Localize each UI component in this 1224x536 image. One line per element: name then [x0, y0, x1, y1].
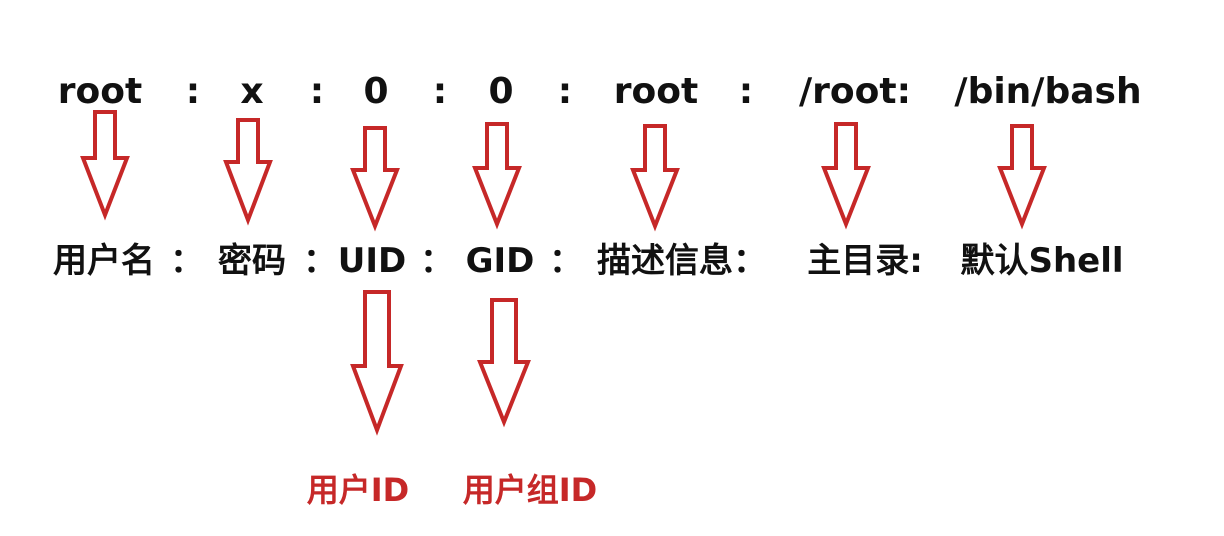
label-home: 主目录:	[807, 241, 923, 281]
separator: :	[738, 71, 754, 112]
arrow-gid	[472, 122, 522, 230]
label-gid: GID	[465, 241, 535, 281]
arrow-home	[821, 122, 871, 230]
arrow-gid-meaning	[477, 298, 531, 428]
separator: ：	[549, 241, 583, 281]
label-user-id: 用户ID	[306, 471, 410, 509]
field-shell-value: /bin/bash	[954, 71, 1142, 112]
arrow-uid-meaning	[350, 290, 404, 436]
label-password: 密码	[218, 241, 286, 281]
separator: ：	[303, 241, 337, 281]
label-uid: UID	[337, 241, 407, 281]
label-description: 描述信息：	[597, 241, 767, 281]
separator: :	[557, 71, 573, 112]
arrow-username	[80, 110, 130, 221]
label-username: 用户名	[53, 241, 155, 281]
separator: ：	[420, 241, 454, 281]
separator: ：	[170, 241, 204, 281]
field-description-value: root	[613, 71, 699, 112]
field-username-value: root	[57, 71, 143, 112]
separator: :	[309, 71, 325, 112]
field-gid-value: 0	[488, 71, 514, 112]
field-home-value: /root:	[799, 71, 911, 112]
label-group-id: 用户组ID	[462, 471, 598, 509]
separator: :	[432, 71, 448, 112]
separator: :	[185, 71, 201, 112]
passwd-format-diagram: root : x : 0 : 0 : root : /root: /bin/ba…	[0, 0, 1224, 536]
field-uid-value: 0	[363, 71, 389, 112]
field-password-value: x	[240, 71, 264, 112]
arrow-shell	[997, 124, 1047, 230]
arrow-description	[630, 124, 680, 232]
arrow-password	[223, 118, 273, 226]
arrow-uid	[350, 126, 400, 232]
label-shell: 默认Shell	[960, 241, 1124, 281]
